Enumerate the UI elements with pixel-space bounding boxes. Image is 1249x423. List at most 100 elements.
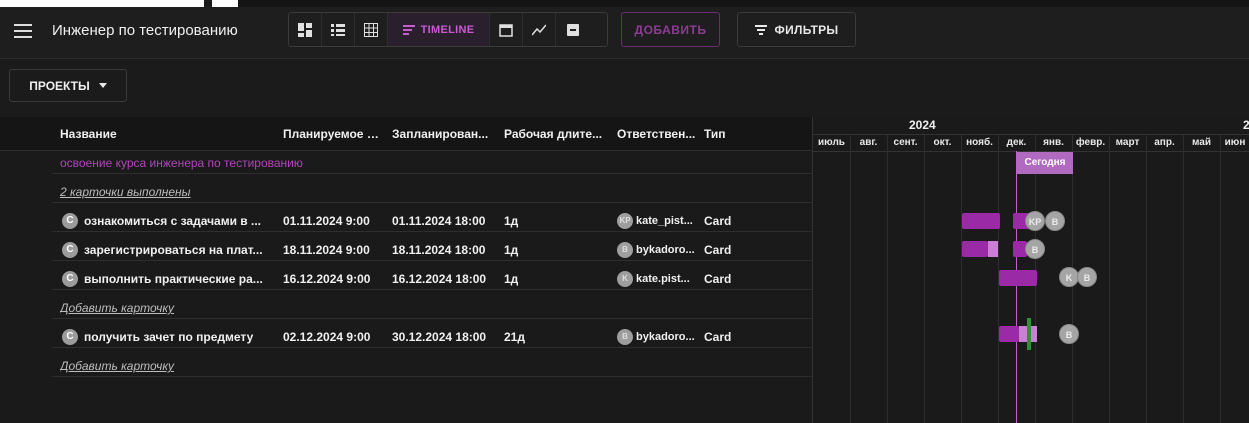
timeline-bar[interactable]: [962, 213, 1000, 229]
card-name[interactable]: ознакомиться с задачами в ...: [84, 210, 278, 232]
timeline-bar[interactable]: [999, 270, 1037, 286]
avatar: K: [617, 271, 633, 288]
calendar-icon: [499, 23, 513, 37]
card-type[interactable]: Card: [704, 326, 764, 348]
card-end[interactable]: 16.12.2024 18:00: [392, 268, 502, 290]
card-duration[interactable]: 1д: [504, 268, 564, 290]
filters-button[interactable]: ФИЛЬТРЫ: [737, 12, 856, 47]
avatar: K: [1059, 267, 1079, 287]
avatar: KP: [617, 213, 633, 230]
cards-table: Название Планируемое н... Запланирован..…: [0, 117, 812, 423]
trend-icon: [532, 24, 546, 35]
card-type[interactable]: Card: [704, 210, 764, 232]
milestone-marker: [1027, 318, 1031, 350]
projects-dropdown[interactable]: ПРОЕКТЫ: [9, 69, 127, 102]
timeline-year: 2024: [909, 118, 936, 132]
board-icon: [298, 22, 312, 37]
header-toolbar: Инженер по тестированию TIMELINE ДОБАВИТ…: [0, 7, 1249, 59]
card-start[interactable]: 01.11.2024 9:00: [283, 210, 389, 232]
assignee-name: bykadoro...: [636, 244, 695, 256]
column-header-type[interactable]: Тип: [704, 117, 764, 151]
group-title[interactable]: освоение курса инженера по тестированию: [60, 152, 660, 174]
column-header-planned-start[interactable]: Планируемое н...: [283, 117, 383, 151]
timeline-bar[interactable]: [962, 241, 988, 257]
card-type[interactable]: Card: [704, 268, 764, 290]
timeline-month: март: [1115, 137, 1140, 148]
view-switcher: TIMELINE: [288, 12, 608, 47]
done-cards-row[interactable]: 2 карточки выполнены: [52, 181, 812, 203]
card-end[interactable]: 01.11.2024 18:00: [392, 210, 502, 232]
group-row[interactable]: освоение курса инженера по тестированию: [52, 152, 812, 174]
menu-icon[interactable]: [14, 24, 32, 38]
card-assignee[interactable]: KP kate_pist...: [617, 210, 704, 232]
grid-icon: [364, 22, 378, 37]
card-duration[interactable]: 1д: [504, 210, 564, 232]
today-label: Сегодня: [1017, 152, 1073, 174]
card-type[interactable]: Card: [704, 239, 764, 261]
add-card-link[interactable]: Добавить карточку: [60, 297, 360, 319]
chevron-down-icon: [98, 83, 107, 88]
view-board-button[interactable]: [289, 13, 322, 46]
done-cards-link[interactable]: 2 карточки выполнены: [60, 181, 360, 203]
list-icon: [331, 23, 345, 36]
timeline-month: май: [1192, 137, 1211, 148]
avatar: B: [1059, 324, 1079, 344]
assignee-name: bykadoro...: [636, 331, 695, 343]
page-title: Инженер по тестированию: [52, 22, 238, 39]
tab-strip-right: [212, 0, 238, 7]
table-row[interactable]: C выполнить практические ра... 16.12.202…: [52, 268, 812, 290]
add-button[interactable]: ДОБАВИТЬ: [621, 12, 720, 47]
card-duration[interactable]: 21д: [504, 326, 564, 348]
column-header-duration[interactable]: Рабочая длите...: [504, 117, 608, 151]
avatar: B: [1025, 239, 1045, 259]
timeline-month: авг.: [859, 137, 878, 148]
archive-icon: [566, 23, 579, 36]
table-row[interactable]: C зарегистрироваться на плат... 18.11.20…: [52, 239, 812, 261]
view-archive-button[interactable]: [556, 13, 589, 46]
timeline-month: февр.: [1075, 137, 1106, 148]
card-start[interactable]: 02.12.2024 9:00: [283, 326, 389, 348]
add-card-link[interactable]: Добавить карточку: [60, 355, 360, 377]
view-list-button[interactable]: [322, 13, 355, 46]
column-header-planned-end[interactable]: Запланирован...: [392, 117, 495, 151]
assignee-name: kate_pist...: [636, 215, 693, 227]
timeline-month: окт.: [933, 137, 952, 148]
timeline-month: июн: [1224, 137, 1246, 148]
column-header-assignee[interactable]: Ответствен...: [617, 117, 699, 151]
view-table-button[interactable]: [355, 13, 388, 46]
timeline-bar[interactable]: [999, 326, 1019, 342]
card-assignee[interactable]: Bbykadoro...: [617, 326, 704, 348]
card-end[interactable]: 18.11.2024 18:00: [392, 239, 502, 261]
card-name[interactable]: зарегистрироваться на плат...: [84, 239, 278, 261]
card-assignee[interactable]: Kkate.pist...: [617, 268, 704, 290]
card-type-badge: C: [62, 242, 78, 258]
column-header-name[interactable]: Название: [60, 117, 270, 151]
avatar: B: [617, 242, 633, 259]
card-type-badge: C: [62, 213, 78, 229]
table-row[interactable]: C получить зачет по предмету 02.12.2024 …: [52, 326, 812, 348]
add-card-row[interactable]: Добавить карточку: [52, 355, 812, 377]
card-type-badge: C: [62, 329, 78, 345]
table-header: Название Планируемое н... Запланирован..…: [0, 117, 812, 151]
tab-strip-left: [0, 0, 204, 7]
card-start[interactable]: 18.11.2024 9:00: [283, 239, 389, 261]
card-end[interactable]: 30.12.2024 18:00: [392, 326, 502, 348]
card-assignee[interactable]: Bbykadoro...: [617, 239, 704, 261]
timeline-month: дек.: [1006, 137, 1027, 148]
timeline-month: янв.: [1043, 137, 1064, 148]
view-chart-button[interactable]: [523, 13, 556, 46]
card-name[interactable]: выполнить практические ра...: [84, 268, 278, 290]
top-strip: [0, 0, 1249, 7]
card-type-badge: C: [62, 271, 78, 287]
timeline-bar-progress: [988, 241, 998, 257]
add-card-row[interactable]: Добавить карточку: [52, 297, 812, 319]
view-calendar-button[interactable]: [490, 13, 523, 46]
card-name[interactable]: получить зачет по предмету: [84, 326, 278, 348]
table-row[interactable]: C ознакомиться с задачами в ... 01.11.20…: [52, 210, 812, 232]
timeline-icon: [402, 23, 415, 37]
card-duration[interactable]: 1д: [504, 239, 564, 261]
avatar: B: [1045, 211, 1065, 231]
view-timeline-button[interactable]: TIMELINE: [388, 13, 490, 46]
filter-icon: [754, 23, 767, 37]
card-start[interactable]: 16.12.2024 9:00: [283, 268, 389, 290]
